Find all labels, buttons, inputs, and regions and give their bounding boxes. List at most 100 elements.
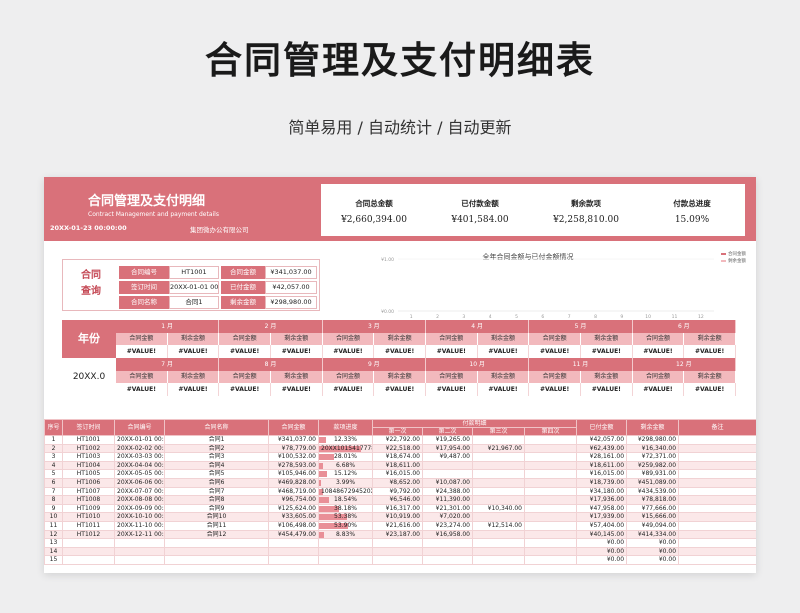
cell-name: 合同4 xyxy=(164,460,269,471)
cell-name xyxy=(164,546,269,557)
cell-p1: ¥16,317.00 xyxy=(372,503,423,514)
kpi-remaining: 剩余款项 ¥2,258,810.00 xyxy=(533,184,639,236)
cell-name: 合同12 xyxy=(164,529,269,540)
cell-p1: ¥6,546.00 xyxy=(372,495,423,505)
month-remain-label: 剩余金额 xyxy=(580,371,633,383)
cell-p3 xyxy=(472,495,525,505)
cell-p1: ¥10,919.00 xyxy=(372,512,423,522)
progress-cell: 12.33% xyxy=(318,435,373,445)
cell-amount: ¥33,605.00 xyxy=(268,512,319,522)
cell-paid: ¥16,015.00 xyxy=(576,469,628,479)
month-remain-value: #VALUE! xyxy=(684,345,736,358)
col-note: 备注 xyxy=(678,419,756,436)
cell-remain: ¥414,334.00 xyxy=(626,529,680,540)
progress-cell xyxy=(318,555,373,565)
month-remain-value: #VALUE! xyxy=(270,345,323,358)
cell-code: 20XX-07-07 00:00:00 xyxy=(114,486,165,497)
cell-p3: ¥21,967.00 xyxy=(472,443,525,454)
month-remain-value: #VALUE! xyxy=(374,345,426,358)
cell-name xyxy=(164,538,269,548)
month-header: 3 月 xyxy=(322,320,426,333)
month-amount-value: #VALUE! xyxy=(322,345,375,358)
cell-remain: ¥16,340.00 xyxy=(626,443,680,454)
cell-paid: ¥34,180.00 xyxy=(576,486,628,497)
kpi-value: ¥401,584.00 xyxy=(451,215,509,225)
remain-value: ¥298,980.00 xyxy=(265,296,317,309)
month-amount-value: #VALUE! xyxy=(632,345,685,358)
month-header: 8 月 xyxy=(219,358,323,371)
cell-sign: HT1002 xyxy=(62,443,115,454)
cell-p2: ¥17,954.00 xyxy=(422,443,473,454)
y-tick-label: ¥0.00 xyxy=(381,309,394,315)
table-row: 1HT100120XX-01-01 00:00:00合同1¥341,037.00… xyxy=(44,435,756,445)
cell-amount: ¥341,037.00 xyxy=(268,435,319,445)
name-label: 合同名称 xyxy=(119,296,169,309)
month-amount-value: #VALUE! xyxy=(219,345,271,358)
cell-no: 15 xyxy=(44,555,63,565)
cell-p1: ¥16,015.00 xyxy=(372,469,423,479)
col-sign: 签订时间 xyxy=(62,419,115,436)
month-amount-label: 合同金额 xyxy=(116,333,168,345)
month-amount-label: 合同金额 xyxy=(219,333,271,345)
progress-text: 3.99% xyxy=(335,479,356,487)
cell-remain: ¥298,980.00 xyxy=(626,435,680,445)
cell-note xyxy=(678,443,756,454)
progress-cell xyxy=(318,546,373,557)
cell-amount xyxy=(268,555,319,565)
month-remain-label: 剩余金额 xyxy=(270,371,323,383)
month-remain-value: #VALUE! xyxy=(167,383,220,396)
cell-name: 合同11 xyxy=(164,520,269,531)
cell-name: 合同3 xyxy=(164,452,269,462)
cell-code: 20XX-11-10 00:00:00 xyxy=(114,520,165,531)
cell-code: 20XX-02-02 00:00:00 xyxy=(114,443,165,454)
cell-sign: HT1007 xyxy=(62,486,115,497)
cell-no: 8 xyxy=(44,495,63,505)
paid-value: ¥42,057.00 xyxy=(265,281,317,294)
progress-text: 53.38% xyxy=(334,513,357,521)
cell-p3 xyxy=(472,477,525,488)
spreadsheet: 合同管理及支付明细 Contract Management and paymen… xyxy=(44,177,756,573)
month-remain-label: 剩余金额 xyxy=(684,371,736,383)
month-amount-value: #VALUE! xyxy=(322,383,375,396)
table-row: 10HT101020XX-10-10 00:00:00合同10¥33,605.0… xyxy=(44,512,756,522)
cell-paid: ¥42,057.00 xyxy=(576,435,628,445)
month-remain-label: 剩余金额 xyxy=(167,333,220,345)
cell-name xyxy=(164,555,269,565)
cell-p3 xyxy=(472,460,525,471)
month-amount-value: #VALUE! xyxy=(529,383,581,396)
month-remain-value: #VALUE! xyxy=(684,383,736,396)
kpi-label: 付款总进度 xyxy=(673,199,711,208)
cell-p3 xyxy=(472,512,525,522)
cell-note xyxy=(678,435,756,445)
cell-p4 xyxy=(523,555,578,565)
cell-p1: ¥22,792.00 xyxy=(372,435,423,445)
cell-p3 xyxy=(472,538,525,548)
contract-no-input[interactable]: HT1001 xyxy=(169,266,219,279)
cell-p4 xyxy=(523,538,578,548)
progress-text: 28.01% xyxy=(334,453,357,461)
month-remain-label: 剩余金额 xyxy=(477,371,530,383)
col-first: 第一次 xyxy=(372,427,423,436)
month-remain-value: #VALUE! xyxy=(580,345,633,358)
progress-cell: 1084867294520X xyxy=(318,486,373,497)
progress-bar xyxy=(319,471,327,478)
cell-paid: ¥0.00 xyxy=(576,546,628,557)
cell-paid: ¥62,439.00 xyxy=(576,443,628,454)
kpi-value: ¥2,258,810.00 xyxy=(553,215,619,225)
kpi-paid-amount: 已付款金额 ¥401,584.00 xyxy=(427,184,533,236)
cell-sign xyxy=(62,555,115,565)
col-second: 第二次 xyxy=(422,427,473,436)
cell-sign: HT1008 xyxy=(62,495,115,505)
cell-no: 2 xyxy=(44,443,63,454)
col-amount: 合同金额 xyxy=(268,419,319,436)
cell-code: 20XX-03-03 00:00:00 xyxy=(114,452,165,462)
month-remain-value: #VALUE! xyxy=(270,383,323,396)
cell-remain: ¥78,818.00 xyxy=(626,495,680,505)
contract-no-label: 合同编号 xyxy=(119,266,169,279)
month-amount-value: #VALUE! xyxy=(116,383,168,396)
progress-text: 8.83% xyxy=(335,530,356,538)
cell-p4 xyxy=(523,452,578,462)
year-value[interactable]: 20XX.0 xyxy=(62,358,116,396)
progress-cell: 53.90% xyxy=(318,520,373,531)
month-amount-label: 合同金额 xyxy=(529,371,581,383)
